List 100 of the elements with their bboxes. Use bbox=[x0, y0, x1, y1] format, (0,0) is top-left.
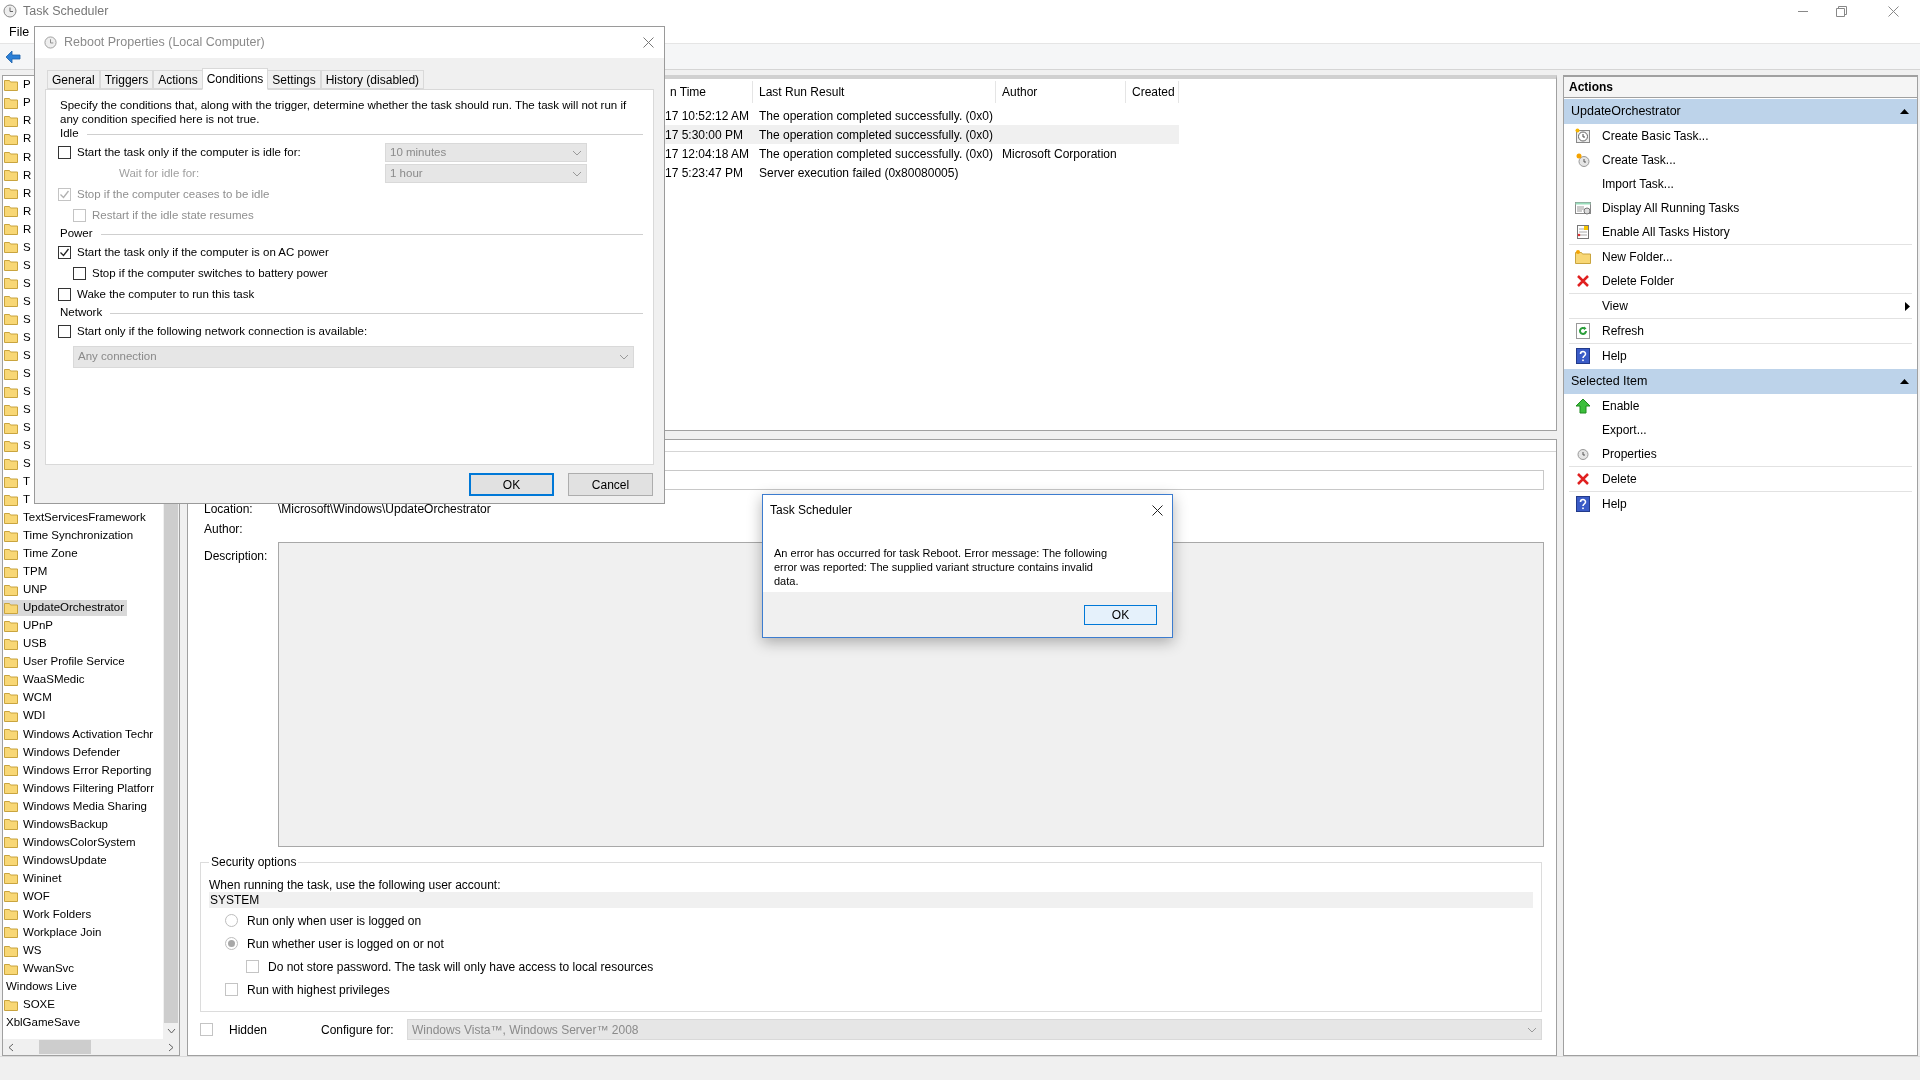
tree-item[interactable]: S bbox=[3, 311, 34, 328]
tree-item[interactable]: S bbox=[3, 365, 34, 382]
tree-item[interactable]: Windows Media Sharing bbox=[3, 798, 150, 815]
tree-item[interactable]: R bbox=[3, 203, 35, 220]
tree-item[interactable]: WwanSvc bbox=[3, 960, 78, 977]
tab[interactable]: Actions bbox=[153, 70, 203, 89]
tree-item[interactable]: S bbox=[3, 437, 34, 454]
menu-item[interactable]: File bbox=[9, 23, 30, 42]
group-header[interactable]: Selected Item bbox=[1564, 369, 1917, 394]
column-header[interactable]: Author bbox=[996, 81, 1126, 103]
radio-button[interactable] bbox=[225, 914, 238, 927]
tree-item[interactable]: T bbox=[3, 491, 34, 508]
tree-item[interactable]: WS bbox=[3, 942, 45, 959]
tree-item[interactable]: Windows Filtering Platforr bbox=[3, 780, 157, 797]
tree-item[interactable]: XblGameSave bbox=[3, 1014, 84, 1031]
horizontal-scrollbar[interactable] bbox=[3, 1039, 179, 1055]
tree-item[interactable]: Time Synchronization bbox=[3, 527, 137, 544]
action-item[interactable]: Export... bbox=[1569, 418, 1912, 442]
tab[interactable]: General bbox=[47, 70, 100, 89]
location-value: \Microsoft\Windows\UpdateOrchestrator bbox=[278, 501, 491, 518]
tree-item[interactable]: R bbox=[3, 149, 35, 166]
tree-item[interactable]: WindowsUpdate bbox=[3, 852, 110, 869]
action-item[interactable]: New Folder... bbox=[1569, 245, 1912, 269]
tab[interactable]: Triggers bbox=[99, 70, 154, 89]
action-item[interactable]: Properties bbox=[1569, 442, 1912, 466]
dialog-button[interactable]: OK bbox=[469, 473, 554, 496]
tree-item[interactable]: Windows Activation Techr bbox=[3, 726, 157, 743]
tree-item[interactable]: WOF bbox=[3, 888, 53, 905]
restore-icon[interactable] bbox=[1836, 5, 1847, 17]
action-item[interactable]: Display All Running Tasks bbox=[1569, 196, 1912, 220]
action-item[interactable]: View bbox=[1569, 294, 1912, 318]
tree-item[interactable]: S bbox=[3, 455, 34, 472]
checkbox-label: Wake the computer to run this task bbox=[77, 286, 255, 302]
radio-button[interactable] bbox=[225, 937, 238, 950]
tree-item[interactable]: S bbox=[3, 401, 34, 418]
tree-item[interactable]: S bbox=[3, 257, 34, 274]
tree-item[interactable]: Time Zone bbox=[3, 545, 81, 562]
checkbox[interactable] bbox=[58, 146, 71, 159]
action-item[interactable]: Help bbox=[1569, 492, 1912, 516]
checkbox[interactable] bbox=[58, 288, 71, 301]
action-item[interactable]: Import Task... bbox=[1569, 172, 1912, 196]
tree-item[interactable]: R bbox=[3, 167, 35, 184]
tree-item[interactable]: WDI bbox=[3, 708, 49, 725]
dialog-button[interactable]: Cancel bbox=[568, 473, 653, 496]
tree-item[interactable]: WindowsColorSystem bbox=[3, 834, 139, 851]
tree-item[interactable]: UpdateOrchestrator bbox=[3, 599, 127, 616]
tree-item[interactable]: UNP bbox=[3, 581, 51, 598]
collapse-icon[interactable] bbox=[1900, 379, 1909, 384]
tree-item[interactable]: Windows Defender bbox=[3, 744, 124, 761]
tree-item[interactable]: TPM bbox=[3, 563, 51, 580]
action-item[interactable]: Create Task... bbox=[1569, 148, 1912, 172]
tree-item[interactable]: TextServicesFramework bbox=[3, 509, 149, 526]
tab[interactable]: Conditions bbox=[201, 68, 269, 90]
tree-item[interactable]: WaaSMedic bbox=[3, 672, 88, 689]
action-item[interactable]: Refresh bbox=[1569, 319, 1912, 343]
column-header[interactable]: Created bbox=[1126, 81, 1179, 103]
tab[interactable]: Settings bbox=[267, 70, 321, 89]
tree-item[interactable]: P bbox=[3, 95, 34, 112]
collapse-icon[interactable] bbox=[1900, 109, 1909, 114]
tree-item[interactable]: S bbox=[3, 419, 34, 436]
tree-item[interactable]: P bbox=[3, 77, 34, 93]
column-header[interactable]: Last Run Result bbox=[753, 81, 996, 103]
tree-item[interactable]: Workplace Join bbox=[3, 924, 105, 941]
action-item[interactable]: Enable All Tasks History bbox=[1569, 220, 1912, 244]
back-arrow-icon[interactable] bbox=[5, 49, 21, 64]
action-item[interactable]: Help bbox=[1569, 344, 1912, 368]
tree-item[interactable]: S bbox=[3, 329, 34, 346]
tree-item[interactable]: Wininet bbox=[3, 870, 65, 887]
tree-item[interactable]: S bbox=[3, 275, 34, 292]
tree-item[interactable]: R bbox=[3, 131, 35, 148]
tree-item[interactable]: Windows Error Reporting bbox=[3, 762, 155, 779]
tree-item[interactable]: R bbox=[3, 113, 35, 130]
tree-item[interactable]: R bbox=[3, 185, 35, 202]
tree-item[interactable]: R bbox=[3, 221, 35, 238]
action-item[interactable]: Enable bbox=[1569, 394, 1912, 418]
checkbox[interactable] bbox=[58, 325, 71, 338]
tree-item[interactable]: T bbox=[3, 473, 34, 490]
ok-button[interactable]: OK bbox=[1084, 604, 1157, 625]
action-item[interactable]: Create Basic Task... bbox=[1569, 124, 1912, 148]
tree-item[interactable]: WCM bbox=[3, 690, 55, 707]
tree-item[interactable]: Work Folders bbox=[3, 906, 95, 923]
checkbox[interactable] bbox=[73, 267, 86, 280]
folder-icon bbox=[4, 187, 18, 200]
tree-item[interactable]: S bbox=[3, 347, 34, 364]
tree-item[interactable]: USB bbox=[3, 636, 50, 652]
tree-item[interactable]: UPnP bbox=[3, 617, 57, 634]
tree-item[interactable]: User Profile Service bbox=[3, 654, 128, 670]
tree-item[interactable]: S bbox=[3, 293, 34, 310]
tree-item[interactable]: Windows Live bbox=[3, 978, 80, 995]
tab[interactable]: History (disabled) bbox=[320, 70, 425, 89]
checkbox[interactable] bbox=[58, 246, 71, 259]
action-item[interactable]: Delete Folder bbox=[1569, 269, 1912, 293]
table-row[interactable]: 17 5:30:00 PM The operation completed successfully. (0x0) bbox=[664, 125, 1179, 144]
tree-item[interactable]: S bbox=[3, 239, 34, 256]
action-item[interactable]: Delete bbox=[1569, 467, 1912, 491]
tree-item[interactable]: SOXE bbox=[3, 996, 58, 1013]
group-header[interactable]: UpdateOrchestrator bbox=[1564, 99, 1917, 124]
tree-item[interactable]: WindowsBackup bbox=[3, 816, 111, 833]
tree-item[interactable]: S bbox=[3, 383, 34, 400]
close-icon[interactable] bbox=[1152, 504, 1163, 516]
